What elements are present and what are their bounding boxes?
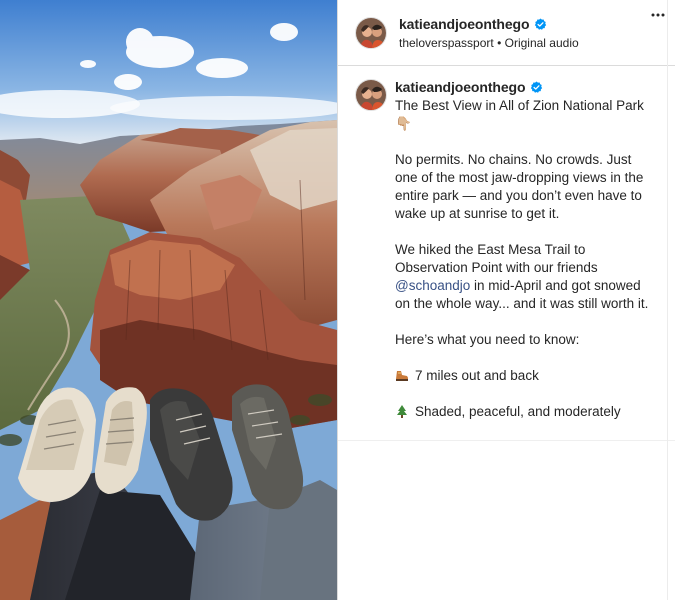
more-options-icon: [651, 13, 665, 17]
caption-author-username[interactable]: katieandjoeonthego: [395, 79, 526, 95]
caption-text: The Best View in All of Zion National Pa…: [395, 97, 657, 421]
bullet-2-text: Shaded, peaceful, and moderately: [415, 404, 621, 419]
caption-paragraph-2-start: We hiked the East Mesa Trail to Observat…: [395, 242, 598, 275]
verified-badge-icon: [535, 18, 547, 30]
caption-paragraph-1: No permits. No chains. No crowds. Just o…: [395, 152, 644, 221]
audio-owner[interactable]: theloverspassport: [399, 36, 494, 50]
avatar-image: [356, 80, 386, 110]
zion-canyon-photo: [0, 0, 337, 600]
evergreen-tree-emoji-icon: [395, 404, 409, 418]
caption-author-row: katieandjoeonthego: [395, 79, 543, 95]
audio-separator: •: [497, 36, 502, 50]
caption-title: The Best View in All of Zion National Pa…: [395, 98, 644, 131]
caption-paragraph-3: Here’s what you need to know:: [395, 332, 580, 347]
avatar-image: [356, 18, 386, 48]
caption-bullet-2: Shaded, peaceful, and moderately: [395, 403, 657, 421]
post-header: katieandjoeonthego theloverspassport • O…: [338, 0, 675, 66]
panel-edge: [667, 0, 668, 600]
caption-author-avatar[interactable]: [355, 79, 387, 111]
author-name-row: katieandjoeonthego: [399, 16, 547, 32]
caption-paragraph-2: We hiked the East Mesa Trail to Observat…: [395, 241, 657, 313]
bullet-1-text: 7 miles out and back: [415, 368, 539, 383]
post-details-panel: katieandjoeonthego theloverspassport • O…: [337, 0, 675, 600]
audio-attribution[interactable]: theloverspassport • Original audio: [399, 36, 579, 50]
verified-badge-icon: [531, 81, 543, 93]
hiking-boot-emoji-icon: [395, 368, 409, 382]
mention-link[interactable]: @schoandjo: [395, 278, 470, 293]
caption-bullet-1: 7 miles out and back: [395, 367, 657, 385]
comments-divider: [338, 440, 675, 441]
post-media-image[interactable]: [0, 0, 337, 600]
author-avatar[interactable]: [355, 17, 387, 49]
more-options-button[interactable]: [649, 6, 667, 24]
caption-section: katieandjoeonthego The Best View in All …: [338, 67, 675, 440]
author-username[interactable]: katieandjoeonthego: [399, 16, 530, 32]
audio-label[interactable]: Original audio: [505, 36, 579, 50]
